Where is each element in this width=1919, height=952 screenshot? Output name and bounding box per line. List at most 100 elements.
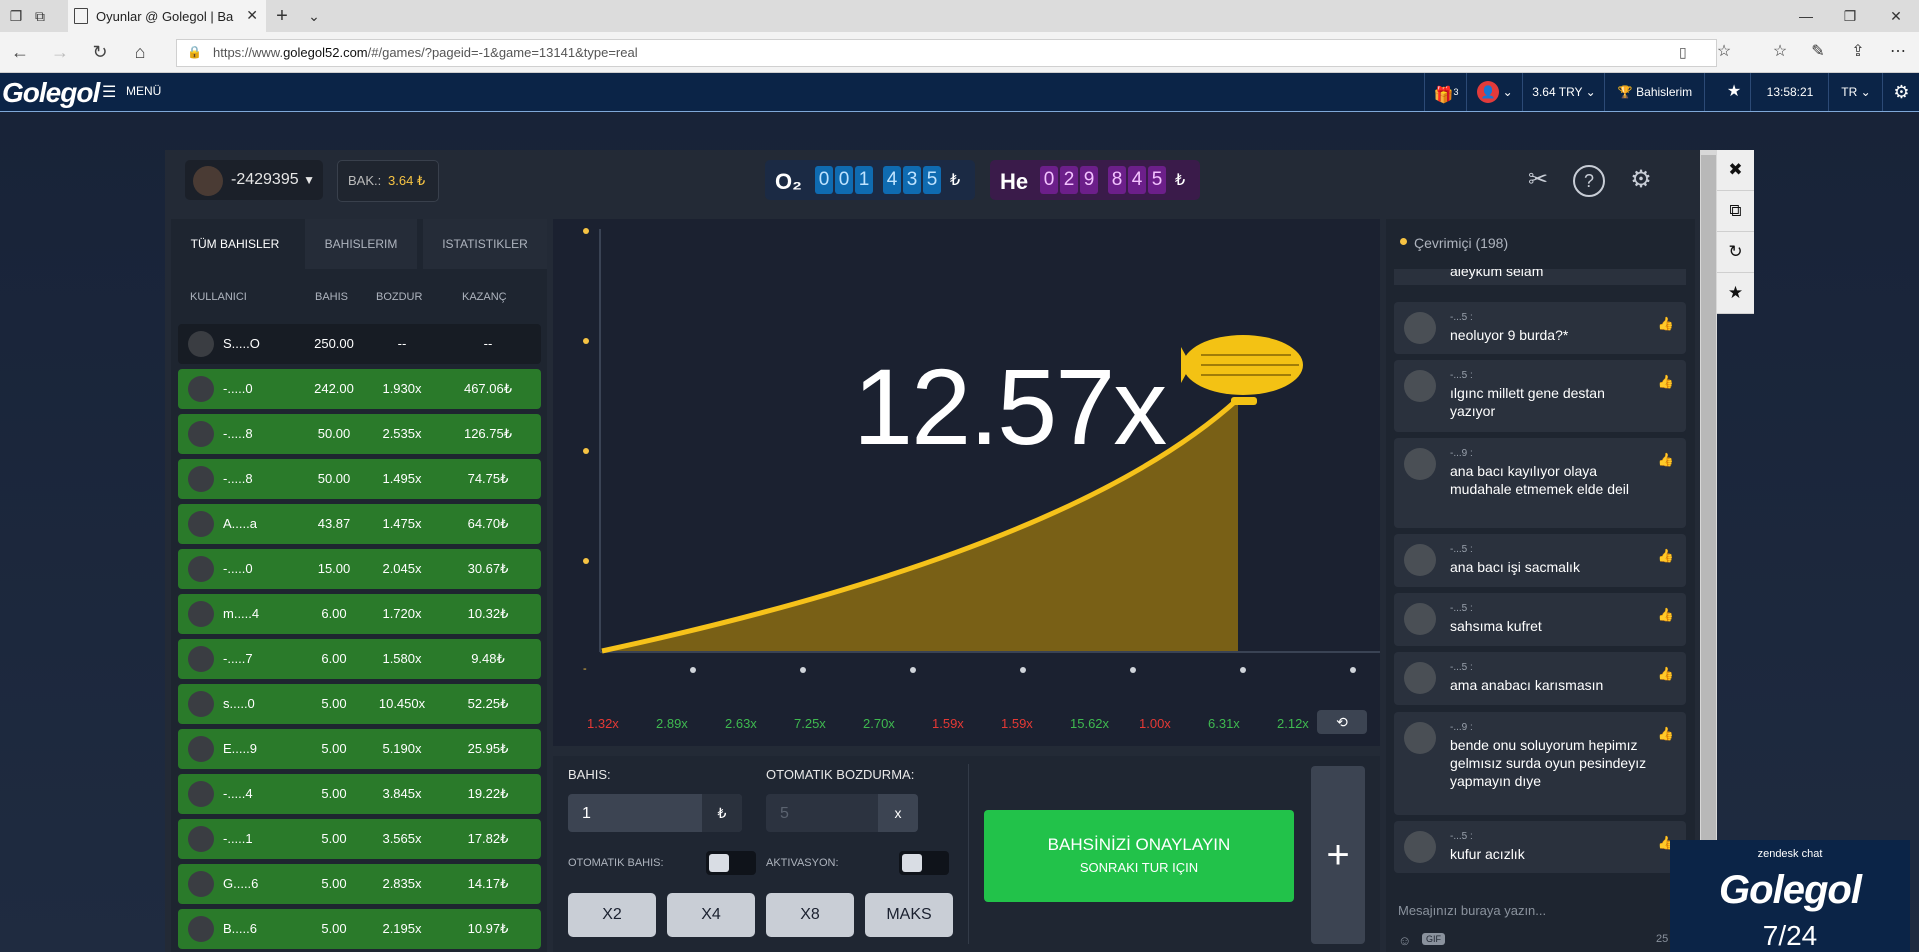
table-row: s.....0 5.00 10.450x 52.25₺	[178, 684, 541, 724]
like-icon[interactable]: 👍	[1658, 666, 1674, 682]
like-icon[interactable]: 👍	[1658, 316, 1674, 332]
column-user: KULLANICI	[190, 291, 247, 303]
favorite-star-icon[interactable]: ☆	[1712, 41, 1736, 61]
minimize-icon[interactable]: —	[1796, 6, 1816, 26]
browser-tab[interactable]: Oyunlar @ Golegol | Ba ✕	[68, 0, 266, 32]
he-digit: 8	[1108, 166, 1126, 194]
language-dropdown[interactable]: TR ⌄	[1828, 73, 1883, 111]
reading-view-icon[interactable]: ▯	[1679, 44, 1687, 61]
url-field[interactable]: 🔒 https://www.golegol52.com/#/games/?pag…	[176, 39, 1717, 67]
row-user: -.....7	[223, 651, 253, 666]
row-bet: 50.00	[317, 426, 351, 441]
avatar	[1404, 370, 1436, 402]
like-icon[interactable]: 👍	[1658, 607, 1674, 623]
chat-panel: Çevrimiçi (198) aleykum selam -...5 : neo…	[1386, 219, 1695, 952]
new-tab-icon[interactable]: +	[272, 6, 292, 26]
row-bet: 5.00	[321, 786, 347, 801]
row-win: 17.82₺	[467, 831, 509, 846]
web-note-icon[interactable]: ✎	[1806, 41, 1830, 61]
row-user: s.....0	[223, 696, 255, 711]
close-icon[interactable]: ✖	[1717, 150, 1754, 191]
bet-currency-suffix: ₺	[702, 794, 742, 832]
o2-digit: 3	[903, 166, 921, 194]
user-selector[interactable]: -2429395 ▼	[185, 160, 323, 200]
message-text: ana bacı kayılıyor olaya mudahale etmeme…	[1450, 463, 1629, 497]
star-icon[interactable]: ★	[1717, 273, 1754, 314]
refresh-icon[interactable]: ↻	[88, 42, 112, 63]
history-clock-icon[interactable]: ⟲	[1317, 710, 1367, 734]
gift-button[interactable]: 🎁3	[1424, 73, 1467, 111]
chevron-down-icon: ⌄	[1502, 85, 1513, 99]
activation-toggle[interactable]	[899, 851, 949, 875]
gif-button[interactable]: GIF	[1422, 933, 1445, 945]
tab-statistics[interactable]: ISTATISTIKLER	[423, 219, 547, 269]
user-menu-button[interactable]: 👤 ⌄	[1466, 73, 1523, 111]
menu-label[interactable]: MENÜ	[126, 84, 161, 98]
site-logo[interactable]: Golegol	[2, 77, 100, 109]
settings-gear-icon[interactable]: ⚙	[1882, 73, 1919, 111]
x2-button[interactable]: X2	[568, 893, 656, 937]
confirm-bet-button[interactable]: BAHSİNİZİ ONAYLAYIN SONRAKI TUR IÇIN	[984, 810, 1294, 902]
row-win: --	[483, 336, 493, 351]
my-bets-button[interactable]: 🏆 Bahislerim	[1604, 73, 1705, 111]
like-icon[interactable]: 👍	[1658, 452, 1674, 468]
column-bet: BAHIS	[315, 291, 349, 303]
zendesk-chat-widget[interactable]: zendesk chat Golegol 7/24	[1670, 840, 1910, 952]
x4-button[interactable]: X4	[667, 893, 755, 937]
header-balance: 3.64 TRY	[1532, 85, 1583, 99]
row-bet: 5.00	[321, 831, 347, 846]
row-cashout: 5.190x	[382, 741, 422, 756]
table-row: m.....4 6.00 1.720x 10.32₺	[178, 594, 541, 634]
auto-cashout-input[interactable]: 5 x	[766, 794, 918, 832]
balance-dropdown[interactable]: 3.64 TRY ⌄	[1522, 73, 1605, 111]
row-cashout: 1.580x	[382, 651, 422, 666]
tab-actions-icon[interactable]: ❐	[6, 6, 26, 26]
favorites-hub-icon[interactable]: ☆	[1768, 41, 1792, 61]
tab-all-bets[interactable]: TÜM BAHISLER	[171, 219, 299, 269]
row-win: 30.67₺	[467, 561, 509, 576]
auto-bet-toggle[interactable]	[706, 851, 756, 875]
popout-icon[interactable]: ⧉	[1717, 191, 1754, 232]
add-bet-panel-button[interactable]: +	[1311, 766, 1365, 944]
forward-icon[interactable]: →	[48, 42, 72, 63]
tab-list-chevron-icon[interactable]: ⌄	[304, 6, 324, 26]
avatar	[188, 781, 214, 807]
set-aside-tabs-icon[interactable]: ⧉	[30, 6, 50, 26]
maximize-icon[interactable]: ❐	[1840, 6, 1860, 26]
share-icon[interactable]: ⇪	[1846, 41, 1870, 61]
emoji-icon[interactable]: ☺	[1398, 933, 1411, 948]
like-icon[interactable]: 👍	[1658, 726, 1674, 742]
help-icon[interactable]: ?	[1573, 165, 1605, 197]
more-icon[interactable]: ⋯	[1886, 41, 1910, 61]
like-icon[interactable]: 👍	[1658, 374, 1674, 390]
reload-icon[interactable]: ↻	[1717, 232, 1754, 273]
table-row: -.....0 242.00 1.930x 467.06₺	[178, 369, 541, 409]
y-axis-dot	[583, 228, 589, 234]
row-win: 10.97₺	[467, 921, 509, 936]
settings-gear-icon[interactable]: ⚙	[1623, 162, 1659, 198]
row-bet: 242.00	[314, 381, 354, 396]
hamburger-icon[interactable]: ☰	[102, 82, 116, 102]
o2-symbol: O₂	[775, 169, 802, 194]
back-icon[interactable]: ←	[8, 42, 32, 63]
message-author: -...5 :	[1450, 370, 1473, 381]
caret-down-icon: ▼	[303, 173, 315, 187]
zeppelin-icon	[1181, 335, 1303, 405]
close-tab-icon[interactable]: ✕	[246, 7, 258, 24]
x8-button[interactable]: X8	[766, 893, 854, 937]
home-icon[interactable]: ⌂	[128, 42, 152, 63]
game-balance: BAK.: 3.64 ₺	[337, 160, 439, 202]
bet-amount-input[interactable]: 1 ₺	[568, 794, 742, 832]
message-author: -...5 :	[1450, 603, 1473, 614]
scrollbar-thumb[interactable]	[1701, 155, 1716, 840]
chat-input[interactable]: Mesajınızı buraya yazın...	[1398, 903, 1546, 918]
row-win: 74.75₺	[467, 471, 509, 486]
like-icon[interactable]: 👍	[1658, 548, 1674, 564]
row-cashout: 2.195x	[382, 921, 422, 936]
row-cashout: 2.835x	[382, 876, 422, 891]
close-window-icon[interactable]: ✕	[1886, 6, 1906, 26]
gift-count: 3	[1453, 87, 1459, 97]
tab-my-bets[interactable]: BAHISLERIM	[305, 219, 417, 269]
ticket-icon[interactable]: ✂	[1520, 162, 1556, 198]
max-button[interactable]: MAKS	[865, 893, 953, 937]
